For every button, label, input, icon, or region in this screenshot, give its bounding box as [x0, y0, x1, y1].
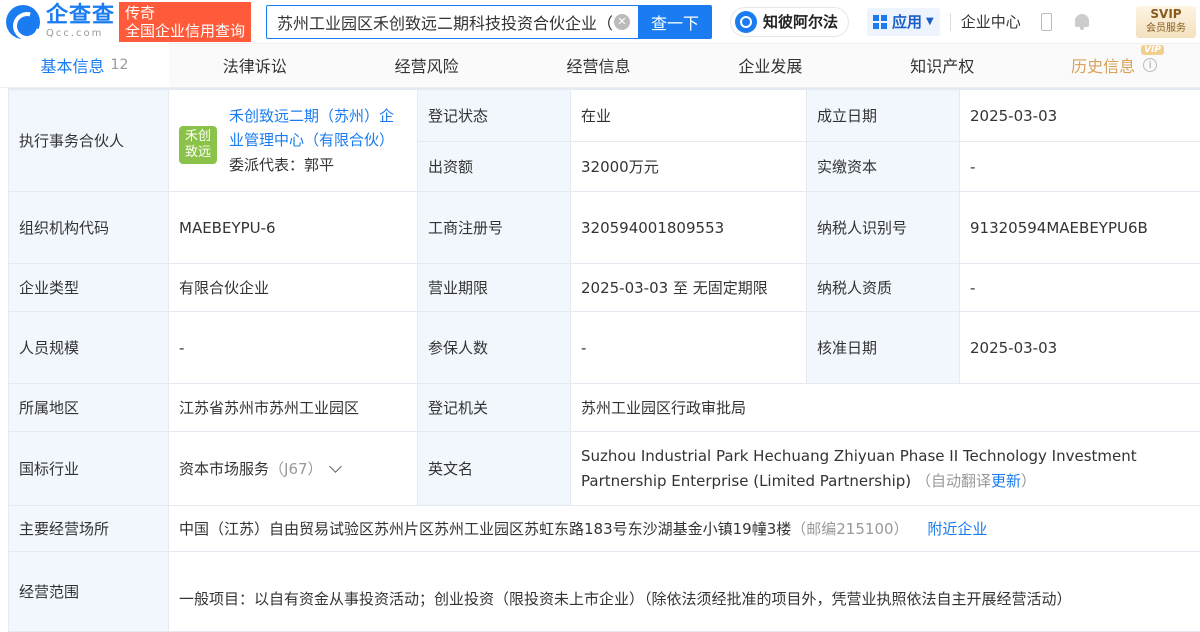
vip-badge: VIP: [1141, 45, 1164, 55]
industry-cell[interactable]: 资本市场服务（J67）: [169, 432, 418, 506]
staff-label: 人员规模: [9, 312, 169, 384]
paid-capital-value: -: [960, 142, 1200, 192]
tax-id-label: 纳税人识别号: [807, 192, 960, 264]
type-value: 有限合伙企业: [169, 264, 418, 312]
capital-value: 32000万元: [571, 142, 807, 192]
partner-cell: 禾创致远 禾创致远二期（苏州）企业管理中心（有限合伙） 委派代表：郭平: [169, 90, 418, 192]
tab-operation-info[interactable]: 经营信息: [513, 43, 685, 87]
biz-reg-label: 工商注册号: [418, 192, 571, 264]
address-cell: 中国（江苏）自由贸易试验区苏州片区苏州工业园区苏虹东路183号东沙湖基金小镇19…: [169, 506, 1200, 552]
founded-label: 成立日期: [807, 90, 960, 142]
reg-status-value: 在业: [571, 90, 807, 142]
reg-status-label: 登记状态: [418, 90, 571, 142]
biz-reg-value: 320594001809553: [571, 192, 807, 264]
authority-label: 登记机关: [418, 384, 571, 432]
insured-label: 参保人数: [418, 312, 571, 384]
scope-label: 经营范围: [9, 552, 169, 632]
partner-label: 执行事务合伙人: [9, 90, 169, 192]
partner-name-link[interactable]: 禾创致远二期（苏州）企业管理中心（有限合伙）: [229, 104, 407, 152]
header-divider: [950, 13, 951, 31]
logo-subtitle: Qcc.com: [46, 28, 115, 40]
region-value: 江苏省苏州市苏州工业园区: [169, 384, 418, 432]
tab-development[interactable]: 企业发展: [684, 43, 856, 87]
staff-value: -: [169, 312, 418, 384]
grid-icon: [873, 15, 887, 29]
partner-logo[interactable]: 禾创致远: [179, 126, 217, 164]
zhibi-alpha-button[interactable]: 知彼阿尔法: [730, 7, 849, 37]
tab-ip[interactable]: 知识产权: [856, 43, 1028, 87]
approval-label: 核准日期: [807, 312, 960, 384]
tab-history[interactable]: 历史信息 i VIP: [1028, 43, 1200, 87]
tax-id-value: 91320594MAEBEYPU6B: [960, 192, 1200, 264]
partner-representative: 委派代表：郭平: [229, 152, 407, 178]
org-code-label: 组织机构代码: [9, 192, 169, 264]
svip-button[interactable]: SVIP 会员服务: [1136, 6, 1196, 38]
insured-value: -: [571, 312, 807, 384]
term-label: 营业期限: [418, 264, 571, 312]
founded-value: 2025-03-03: [960, 90, 1200, 142]
tab-basic-info[interactable]: 基本信息 12: [0, 43, 169, 87]
qcc-logo[interactable]: 企查查 Qcc.com 传奇 全国企业信用查询: [0, 2, 262, 42]
auto-translate-note: （自动翻译: [916, 472, 991, 490]
logo-title: 企查查: [46, 4, 115, 28]
region-label: 所属地区: [9, 384, 169, 432]
nearby-companies-link[interactable]: 附近企业: [927, 520, 987, 538]
caret-down-icon: ▼: [926, 16, 934, 27]
update-link[interactable]: 更新: [991, 472, 1021, 490]
en-name-cell: Suzhou Industrial Park Hechuang Zhiyuan …: [571, 432, 1200, 506]
address-value: 中国（江苏）自由贸易试验区苏州片区苏州工业园区苏虹东路183号东沙湖基金小镇19…: [179, 520, 791, 538]
search-input[interactable]: 苏州工业园区禾创致远二期科技投资合伙企业（ ✕: [266, 5, 638, 39]
en-name-label: 英文名: [418, 432, 571, 506]
alpha-logo-icon: [735, 11, 757, 33]
approval-value: 2025-03-03: [960, 312, 1200, 384]
tab-business-risk[interactable]: 经营风险: [341, 43, 513, 87]
basic-info-table: 执行事务合伙人 禾创致远 禾创致远二期（苏州）企业管理中心（有限合伙） 委派代表…: [8, 88, 1200, 632]
tab-count: 12: [111, 57, 129, 73]
clear-icon[interactable]: ✕: [614, 14, 630, 30]
industry-code: （J67）: [269, 460, 323, 478]
chevron-down-icon[interactable]: [329, 460, 342, 473]
bell-icon[interactable]: [1074, 13, 1090, 31]
term-value: 2025-03-03 至 无固定期限: [571, 264, 807, 312]
info-icon[interactable]: i: [1143, 58, 1157, 72]
address-label: 主要经营场所: [9, 506, 169, 552]
en-name-value: Suzhou Industrial Park Hechuang Zhiyuan …: [581, 447, 1137, 490]
authority-value: 苏州工业园区行政审批局: [571, 384, 1200, 432]
enterprise-center-link[interactable]: 企业中心: [961, 11, 1021, 32]
type-label: 企业类型: [9, 264, 169, 312]
industry-value: 资本市场服务: [179, 460, 269, 478]
logo-slogan: 传奇 全国企业信用查询: [119, 2, 251, 42]
capital-label: 出资额: [418, 142, 571, 192]
tab-litigation[interactable]: 法律诉讼: [169, 43, 341, 87]
tax-qual-value: -: [960, 264, 1200, 312]
org-code-value: MAEBEYPU-6: [169, 192, 418, 264]
qcc-logo-icon: [6, 5, 40, 39]
phone-icon[interactable]: [1041, 13, 1052, 31]
search-button[interactable]: 查一下: [638, 5, 712, 39]
section-tabs: 基本信息 12 法律诉讼 经营风险 经营信息 企业发展 知识产权 历史信息 i …: [0, 44, 1200, 88]
top-header: 企查查 Qcc.com 传奇 全国企业信用查询 苏州工业园区禾创致远二期科技投资…: [0, 0, 1200, 44]
scope-value: 一般项目：以自有资金从事投资活动；创业投资（限投资未上市企业）（除依法须经批准的…: [169, 552, 1200, 632]
search-bar: 苏州工业园区禾创致远二期科技投资合伙企业（ ✕ 查一下: [266, 5, 712, 39]
tax-qual-label: 纳税人资质: [807, 264, 960, 312]
apps-dropdown[interactable]: 应用 ▼: [867, 8, 940, 36]
industry-label: 国标行业: [9, 432, 169, 506]
paid-capital-label: 实缴资本: [807, 142, 960, 192]
postcode: （邮编215100）: [791, 520, 908, 538]
